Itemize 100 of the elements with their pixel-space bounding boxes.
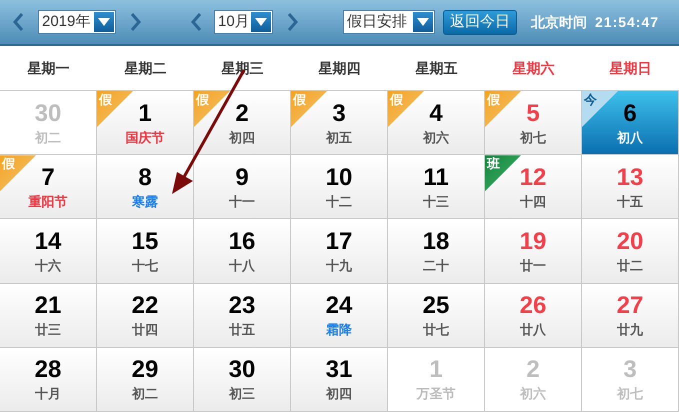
day-cell[interactable]: 22 廿四 (97, 284, 194, 348)
lunar-date: 二十 (423, 256, 449, 275)
day-number: 15 (132, 226, 158, 257)
lunar-date: 廿二 (617, 256, 643, 275)
holiday-badge: 假 (97, 91, 133, 127)
lunar-date: 廿八 (520, 321, 546, 340)
lunar-date: 十五 (617, 192, 643, 211)
lunar-date: 廿四 (132, 321, 158, 340)
day-cell[interactable]: 24 霜降 (291, 284, 388, 348)
month-select[interactable]: 10月 (214, 10, 273, 34)
day-cell[interactable]: 19 廿一 (485, 219, 582, 284)
lunar-date: 十七 (132, 256, 158, 275)
select-value: 2019年 (42, 12, 90, 32)
dropdown-button[interactable] (251, 12, 271, 32)
dropdown-button[interactable] (94, 12, 114, 32)
lunar-date: 十九 (326, 256, 352, 275)
day-cell[interactable]: 30 初三 (194, 348, 291, 412)
day-cell[interactable]: 17 十九 (291, 219, 388, 284)
day-cell[interactable]: 21 廿三 (0, 284, 97, 348)
day-number: 17 (326, 226, 352, 257)
day-number: 28 (34, 355, 62, 386)
chevron-right-icon[interactable] (130, 12, 142, 32)
chevron-left-icon[interactable] (190, 12, 202, 32)
day-cell[interactable]: 6 初八 今 (582, 91, 679, 156)
lunar-date: 十一 (229, 192, 255, 211)
day-number: 14 (34, 226, 62, 257)
lunar-date: 国庆节 (126, 128, 164, 147)
day-number: 25 (422, 291, 450, 322)
day-cell[interactable]: 16 十八 (194, 219, 291, 284)
day-cell[interactable]: 3 初五 假 (291, 91, 388, 156)
day-number: 10 (326, 162, 352, 193)
day-cell[interactable]: 14 十六 (0, 219, 97, 284)
holiday-badge: 假 (485, 91, 521, 127)
day-number: 3 (332, 98, 346, 129)
lunar-date: 重阳节 (28, 192, 68, 211)
day-cell[interactable]: 20 廿二 (582, 219, 679, 284)
day-number: 21 (34, 291, 62, 322)
today-button[interactable]: 返回今日 (443, 10, 517, 34)
lunar-date: 廿九 (617, 321, 643, 340)
day-cell[interactable]: 28 十月 (0, 348, 97, 412)
today-badge: 今 (582, 91, 618, 127)
caret-icon (417, 18, 429, 26)
lunar-date: 廿一 (520, 256, 546, 275)
day-cell[interactable]: 4 初六 假 (388, 91, 485, 156)
lunar-date: 十四 (520, 192, 546, 211)
clock-time: 21:54:47 (595, 12, 660, 32)
day-number: 7 (41, 162, 55, 193)
day-cell[interactable]: 25 廿七 (388, 284, 485, 348)
lunar-date: 廿五 (229, 321, 255, 340)
day-cell[interactable]: 11 十三 (388, 155, 485, 220)
day-cell[interactable]: 8 寒露 (97, 155, 194, 220)
day-number: 8 (138, 162, 152, 193)
day-cell[interactable]: 5 初七 假 (485, 91, 582, 156)
lunar-date: 初二 (35, 128, 61, 147)
select-value: 假日安排 (347, 12, 407, 32)
lunar-date: 初七 (520, 128, 546, 147)
day-number: 19 (520, 226, 546, 257)
lunar-date: 霜降 (326, 321, 352, 340)
day-cell[interactable]: 18 二十 (388, 219, 485, 284)
day-number: 13 (616, 162, 644, 193)
lunar-date: 十八 (229, 256, 255, 275)
weekday-header: 星期四 (317, 58, 362, 78)
day-number: 22 (132, 291, 158, 322)
day-cell[interactable]: 12 十四 班 (485, 155, 582, 220)
day-number: 24 (326, 291, 352, 322)
day-number: 9 (235, 162, 249, 193)
day-cell[interactable]: 2 初四 假 (194, 91, 291, 156)
day-number: 1 (429, 355, 443, 386)
day-cell[interactable]: 15 十七 (97, 219, 194, 284)
day-number: 30 (34, 98, 62, 129)
day-cell[interactable]: 7 重阳节 假 (0, 155, 97, 220)
year-select[interactable]: 2019年 (38, 10, 116, 34)
day-number: 31 (326, 355, 352, 386)
caret-icon (255, 18, 267, 26)
select-value: 10月 (218, 12, 250, 32)
weekday-header: 星期二 (123, 58, 168, 78)
dropdown-button[interactable] (413, 12, 433, 32)
day-cell[interactable]: 10 十二 (291, 155, 388, 220)
chevron-left-icon[interactable] (12, 12, 24, 32)
lunar-date: 廿三 (35, 321, 61, 340)
holiday-badge: 假 (0, 155, 36, 192)
holiday-select[interactable]: 假日安排 (343, 10, 435, 34)
day-cell[interactable]: 9 十一 (194, 155, 291, 220)
lunar-date: 初六 (520, 385, 546, 404)
day-number: 23 (228, 291, 256, 322)
day-cell[interactable]: 23 廿五 (194, 284, 291, 348)
day-cell[interactable]: 1 国庆节 假 (97, 91, 194, 156)
day-cell[interactable]: 13 十五 (582, 155, 679, 220)
day-cell[interactable]: 27 廿九 (582, 284, 679, 348)
day-number: 26 (520, 291, 546, 322)
day-cell[interactable]: 31 初四 (291, 348, 388, 412)
day-cell[interactable]: 29 初二 (97, 348, 194, 412)
day-number: 2 (235, 98, 249, 129)
day-cell[interactable]: 26 廿八 (485, 284, 582, 348)
day-number: 1 (138, 98, 152, 129)
day-number: 29 (132, 355, 158, 386)
lunar-date: 初六 (423, 128, 449, 147)
day-number: 12 (520, 162, 546, 193)
chevron-right-icon[interactable] (287, 12, 299, 32)
weekday-header: 星期六 (511, 58, 556, 78)
